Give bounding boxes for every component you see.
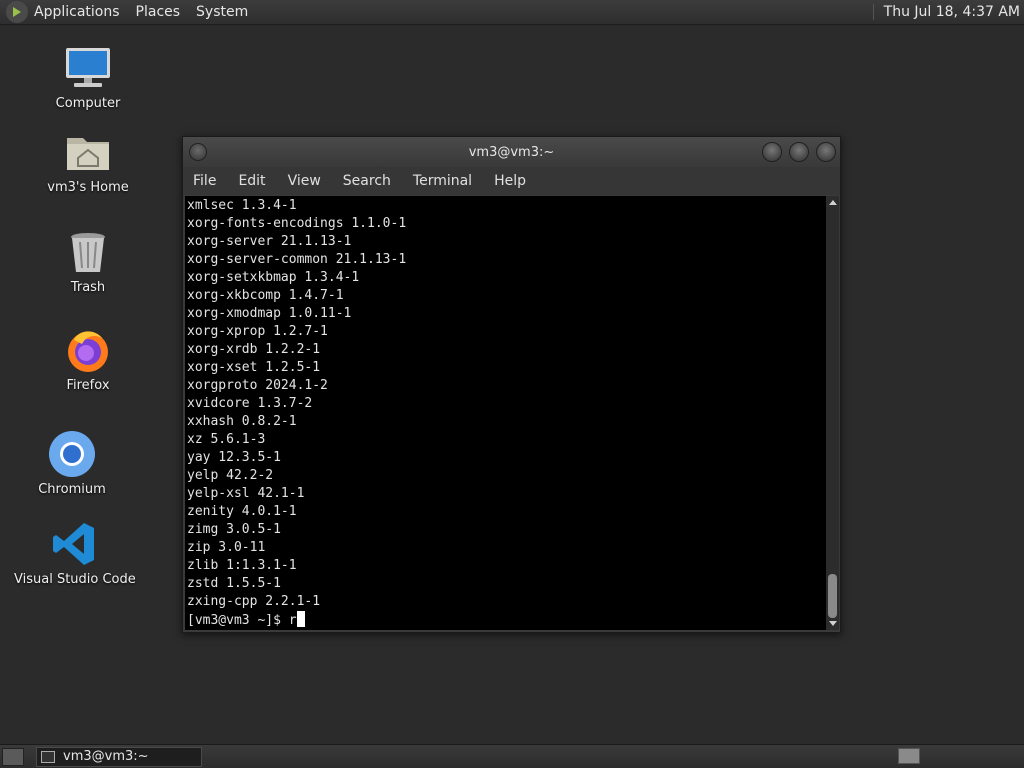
terminal-line: xorg-fonts-encodings 1.1.0-1 [187, 216, 407, 231]
desktop-icon-label: Computer [55, 96, 121, 111]
terminal-line: zenity 4.0.1-1 [187, 504, 297, 519]
scroll-down-icon[interactable] [829, 621, 837, 626]
desktop-icon-label: Firefox [66, 378, 110, 393]
window-menu-button[interactable] [189, 143, 207, 161]
terminal-line: xorg-xprop 1.2.7-1 [187, 324, 328, 339]
desktop-icon-label: Trash [70, 280, 106, 295]
terminal-line: yelp-xsl 42.1-1 [187, 486, 305, 501]
maximize-button[interactable] [789, 142, 809, 162]
terminal-line: xorg-xrdb 1.2.2-1 [187, 342, 321, 357]
system-menu[interactable]: System [196, 4, 248, 20]
terminal-icon [41, 750, 55, 763]
computer-icon [64, 44, 112, 92]
terminal-line: xorg-server 21.1.13-1 [187, 234, 352, 249]
menu-file[interactable]: File [193, 173, 216, 189]
terminal-scrollbar[interactable] [826, 196, 839, 630]
clock[interactable]: Thu Jul 18, 4:37 AM [872, 4, 1024, 20]
terminal-line: xxhash 0.8.2-1 [187, 414, 297, 429]
bottom-panel: vm3@vm3:~ [0, 744, 1024, 768]
desktop-icon-label: vm3's Home [47, 180, 129, 195]
desktop-icon-vscode[interactable]: Visual Studio Code [14, 520, 136, 587]
terminal-line: xorg-xset 1.2.5-1 [187, 360, 321, 375]
terminal-input[interactable]: r [289, 613, 297, 628]
menu-help[interactable]: Help [494, 173, 526, 189]
vscode-icon [50, 520, 98, 568]
terminal-line: xorg-server-common 21.1.13-1 [187, 252, 407, 267]
scroll-up-icon[interactable] [829, 200, 837, 205]
menu-edit[interactable]: Edit [238, 173, 265, 189]
terminal-line: zstd 1.5.5-1 [187, 576, 281, 591]
terminal-line: xorg-xmodmap 1.0.11-1 [187, 306, 352, 321]
window-titlebar[interactable]: vm3@vm3:~ [183, 137, 840, 167]
desktop-icon-chromium[interactable]: Chromium [12, 430, 132, 497]
terminal-cursor [296, 611, 305, 627]
terminal-line: xorg-xkbcomp 1.4.7-1 [187, 288, 344, 303]
main-menu-logo-icon[interactable] [6, 1, 28, 23]
menu-terminal[interactable]: Terminal [413, 173, 472, 189]
close-button[interactable] [816, 142, 836, 162]
desktop-icon-trash[interactable]: Trash [28, 228, 148, 295]
terminal-menubar: File Edit View Search Terminal Help [183, 167, 840, 195]
terminal-line: xmlsec 1.3.4-1 [187, 198, 297, 213]
terminal-prompt: [vm3@vm3 ~]$ [187, 613, 289, 628]
terminal-line: yelp 42.2-2 [187, 468, 274, 483]
window-title: vm3@vm3:~ [468, 144, 555, 160]
terminal-lines: xmlsec 1.3.4-1 xorg-fonts-encodings 1.1.0… [185, 196, 827, 630]
menu-search[interactable]: Search [343, 173, 391, 189]
terminal-line: xorgproto 2024.1-2 [187, 378, 328, 393]
workspace-switcher[interactable] [898, 748, 920, 764]
home-folder-icon [64, 128, 112, 176]
terminal-line: zip 3.0-11 [187, 540, 266, 555]
trash-icon [64, 228, 112, 276]
window-controls [762, 142, 836, 162]
minimize-button[interactable] [762, 142, 782, 162]
scrollbar-thumb[interactable] [828, 574, 837, 618]
terminal-line: zimg 3.0.5-1 [187, 522, 281, 537]
desktop-icon-home[interactable]: vm3's Home [28, 128, 148, 195]
applications-menu[interactable]: Applications [34, 4, 120, 20]
show-desktop-icon[interactable] [2, 747, 24, 766]
firefox-icon [64, 326, 112, 374]
terminal-output[interactable]: xmlsec 1.3.4-1 xorg-fonts-encodings 1.1.0… [185, 196, 827, 630]
terminal-line: xz 5.6.1-3 [187, 432, 266, 447]
desktop-icon-label: Visual Studio Code [14, 572, 136, 587]
menu-view[interactable]: View [288, 173, 321, 189]
terminal-line: zxing-cpp 2.2.1-1 [187, 594, 321, 609]
chromium-icon [48, 430, 96, 478]
terminal-window[interactable]: vm3@vm3:~ File Edit View Search Terminal… [182, 136, 841, 633]
taskbar-item-label: vm3@vm3:~ [63, 749, 149, 764]
top-panel: Applications Places System Thu Jul 18, 4… [0, 0, 1024, 25]
terminal-line: xvidcore 1.3.7-2 [187, 396, 313, 411]
terminal-line: xorg-setxkbmap 1.3.4-1 [187, 270, 360, 285]
taskbar-item-terminal[interactable]: vm3@vm3:~ [36, 746, 202, 767]
desktop-icon-firefox[interactable]: Firefox [28, 326, 148, 393]
terminal-line: zlib 1:1.3.1-1 [187, 558, 297, 573]
desktop-icon-label: Chromium [38, 482, 106, 497]
desktop-icon-computer[interactable]: Computer [28, 44, 148, 111]
terminal-prompt-line[interactable]: [vm3@vm3 ~]$ r [187, 611, 827, 630]
terminal-line: yay 12.3.5-1 [187, 450, 281, 465]
places-menu[interactable]: Places [136, 4, 181, 20]
